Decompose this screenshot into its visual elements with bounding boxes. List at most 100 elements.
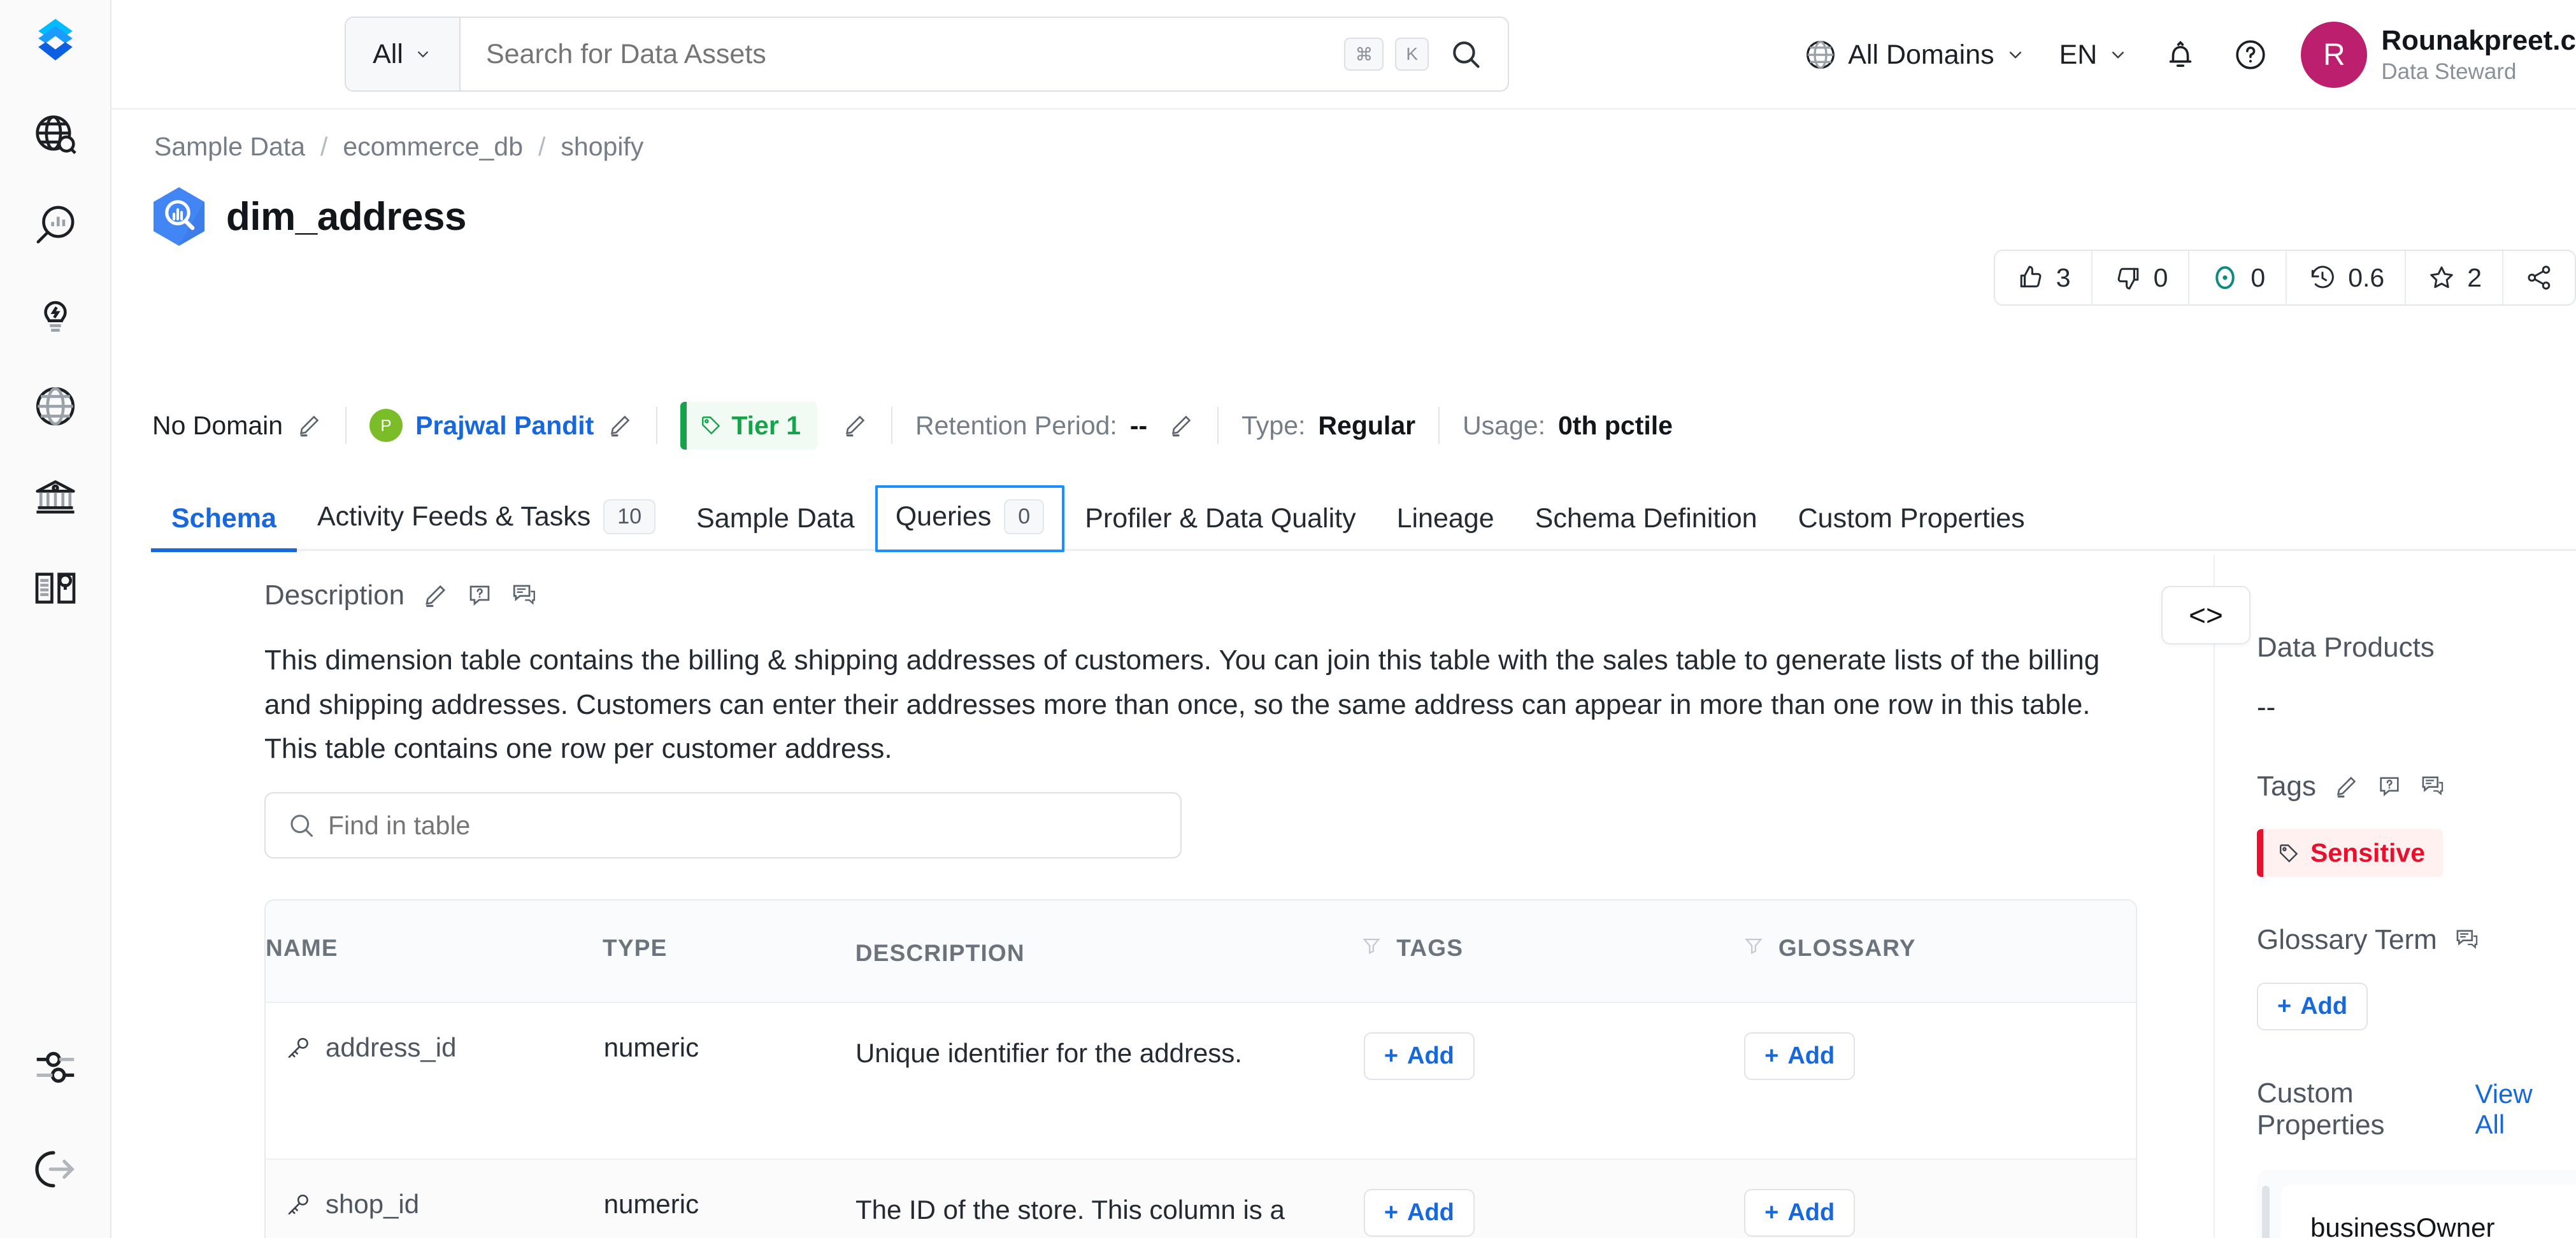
cell-column-name[interactable]: address_id — [266, 1003, 604, 1158]
description-text: This dimension table contains the billin… — [264, 638, 2124, 771]
tier-badge[interactable]: Tier 1 — [680, 402, 817, 450]
breadcrumb-item-0[interactable]: Sample Data — [154, 132, 305, 162]
tab-schema-definition[interactable]: Schema Definition — [1515, 489, 1778, 552]
edit-pencil-icon[interactable] — [296, 412, 322, 439]
code-view-toggle-button[interactable]: <> — [2161, 586, 2250, 644]
stat-votes-up[interactable]: 3 — [1995, 251, 2093, 304]
glossary-term-title-row: Glossary Term — [2257, 924, 2576, 956]
breadcrumb-separator: / — [538, 132, 545, 162]
search-scope-dropdown[interactable]: All — [346, 18, 461, 90]
language-selector[interactable]: EN — [2043, 39, 2146, 71]
sidebar-item-explore[interactable] — [22, 102, 89, 168]
divider — [1217, 407, 1219, 444]
add-glossary-term-button[interactable]: + Add — [2257, 983, 2368, 1030]
globe-icon — [32, 383, 79, 430]
avatar[interactable]: R — [2301, 22, 2367, 88]
app-logo[interactable] — [26, 14, 85, 73]
edit-pencil-icon[interactable] — [2333, 773, 2359, 800]
sidebar-item-settings[interactable] — [22, 1034, 89, 1100]
add-tag-button[interactable]: + Add — [1364, 1032, 1475, 1080]
glossary-term-section: Glossary Term + Add — [2257, 924, 2576, 1030]
owner-name[interactable]: Prajwal Pandit — [415, 411, 594, 441]
comment-icon[interactable] — [2454, 927, 2480, 953]
filter-icon[interactable] — [1361, 935, 1382, 957]
edit-pencil-icon[interactable] — [421, 581, 449, 609]
column-header-name[interactable]: NAME — [266, 900, 603, 1002]
type-label: Type: — [1241, 411, 1305, 441]
tag-chip-sensitive[interactable]: Sensitive — [2257, 829, 2443, 877]
sidebar-item-domains[interactable] — [22, 373, 89, 439]
plus-icon: + — [2277, 993, 2291, 1020]
scroll-indicator[interactable] — [2262, 1186, 2270, 1238]
tab-custom-properties[interactable]: Custom Properties — [1778, 489, 2045, 552]
find-in-table[interactable] — [264, 792, 1182, 858]
global-search[interactable]: All ⌘ K — [345, 17, 1509, 92]
cell-column-name[interactable]: shop_id — [266, 1160, 604, 1238]
column-header-tags[interactable]: TAGS — [1361, 900, 1743, 1002]
column-name-text: shop_id — [326, 1189, 419, 1220]
notifications-button[interactable] — [2145, 36, 2215, 73]
domain-selector[interactable]: All Domains — [1787, 38, 2042, 72]
find-in-table-input[interactable] — [328, 811, 1159, 841]
description-title: Description — [264, 580, 404, 611]
breadcrumb-item-1[interactable]: ecommerce_db — [343, 132, 523, 162]
custom-properties-view-all-link[interactable]: View All — [2475, 1079, 2563, 1140]
add-tag-button[interactable]: + Add — [1364, 1189, 1475, 1237]
tab-activity-feeds-tasks-count: 10 — [603, 499, 655, 534]
search-scope-label: All — [373, 39, 403, 70]
plus-icon: + — [1384, 1042, 1398, 1070]
stat-followers[interactable]: 0 — [2189, 251, 2287, 304]
search-input[interactable] — [486, 39, 1333, 70]
add-glossary-label: Add — [1787, 1199, 1835, 1227]
edit-pencil-icon[interactable] — [1168, 412, 1194, 439]
filter-icon[interactable] — [1743, 935, 1764, 957]
add-tag-label: Add — [1407, 1199, 1454, 1227]
tab-sample-data[interactable]: Sample Data — [676, 489, 875, 552]
stat-starred[interactable]: 2 — [2406, 251, 2503, 304]
user-role: Data Steward — [2381, 59, 2576, 85]
search-icon[interactable] — [1449, 38, 1482, 71]
help-button[interactable] — [2215, 36, 2286, 73]
stat-votes-down[interactable]: 0 — [2093, 251, 2190, 304]
search-icon — [287, 811, 315, 839]
tag-icon — [2277, 842, 2300, 865]
request-description-icon[interactable] — [466, 581, 494, 609]
column-header-description[interactable]: DESCRIPTION — [855, 900, 1361, 1002]
globe-icon — [1803, 38, 1838, 72]
custom-property-key: businessOwner — [2310, 1213, 2576, 1238]
chevron-down-icon — [2005, 44, 2026, 66]
tab-profiler-data-quality[interactable]: Profiler & Data Quality — [1064, 489, 1376, 552]
add-glossary-button[interactable]: + Add — [1744, 1032, 1855, 1080]
column-header-glossary-label: GLOSSARY — [1778, 935, 1916, 962]
tab-activity-feeds-tasks[interactable]: Activity Feeds & Tasks 10 — [297, 485, 676, 552]
custom-properties-title: Custom Properties — [2257, 1078, 2475, 1141]
sidebar-item-insights[interactable] — [22, 283, 89, 349]
breadcrumb-item-2[interactable]: shopify — [561, 132, 643, 162]
thumbs-down-icon — [2113, 262, 2143, 293]
add-glossary-term-label: Add — [2300, 993, 2347, 1020]
column-header-glossary[interactable]: GLOSSARY — [1743, 900, 2136, 1002]
tab-schema[interactable]: Schema — [151, 489, 297, 552]
table-row[interactable]: address_id numeric Unique identifier for… — [266, 1003, 2136, 1160]
add-glossary-button[interactable]: + Add — [1744, 1189, 1855, 1237]
stat-freshness[interactable]: 0.6 — [2287, 251, 2406, 304]
request-tags-icon[interactable] — [2376, 773, 2403, 800]
table-row[interactable]: shop_id numeric The ID of the store. Thi… — [266, 1160, 2136, 1238]
stat-votes-up-value: 3 — [2056, 263, 2071, 293]
schema-panel: Description This — [111, 555, 2137, 1238]
sidebar-item-logout[interactable] — [22, 1136, 89, 1202]
stat-share[interactable] — [2503, 251, 2575, 304]
comment-icon[interactable] — [510, 581, 538, 609]
help-circle-icon — [2232, 36, 2269, 73]
sidebar-item-govern[interactable] — [22, 464, 89, 530]
tab-queries[interactable]: Queries 0 — [875, 485, 1065, 552]
comment-icon[interactable] — [2419, 773, 2446, 800]
user-info[interactable]: Rounakpreet.c Data Steward — [2381, 25, 2576, 85]
sidebar-item-glossary[interactable] — [22, 554, 89, 620]
column-header-type[interactable]: TYPE — [603, 900, 855, 1002]
tab-lineage[interactable]: Lineage — [1377, 489, 1515, 552]
edit-pencil-icon[interactable] — [841, 412, 868, 439]
header-actions: All Domains EN — [1787, 0, 2576, 110]
sidebar-item-observability[interactable] — [22, 192, 89, 259]
edit-pencil-icon[interactable] — [606, 412, 633, 439]
